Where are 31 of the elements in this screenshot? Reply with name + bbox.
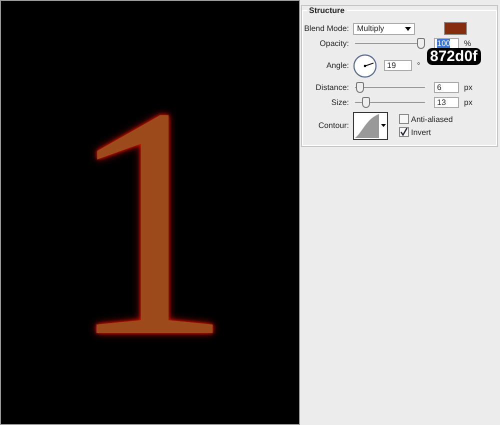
slider-thumb[interactable] <box>356 82 364 93</box>
angle-dial[interactable] <box>353 54 377 78</box>
number-field[interactable]: 100 <box>434 38 459 49</box>
field-label: Size: <box>330 98 349 107</box>
field-label: Distance: <box>314 83 349 92</box>
unit-label: px <box>464 98 472 107</box>
blend-mode-dropdown[interactable]: Multiply <box>353 22 415 34</box>
number-field[interactable]: 19 <box>384 60 412 71</box>
number-field[interactable]: 13 <box>434 97 459 108</box>
slider-thumb[interactable] <box>417 38 425 49</box>
checkbox[interactable] <box>399 127 409 137</box>
slider-thumb[interactable] <box>362 97 370 108</box>
checkbox-label: Anti-aliased <box>411 114 453 124</box>
checkbox[interactable] <box>399 114 409 124</box>
caret-icon <box>381 124 386 127</box>
field-label: Angle: <box>325 61 349 70</box>
curve-icon <box>354 112 380 138</box>
field-label: Blend Mode: <box>303 24 349 33</box>
contour-picker[interactable] <box>353 112 388 140</box>
number-field[interactable]: 6 <box>434 82 459 93</box>
unit-label: % <box>464 39 472 48</box>
group-title: Structure <box>308 6 346 15</box>
caret-icon <box>405 26 411 30</box>
unit-label: px <box>464 83 472 92</box>
field-label: Opacity: <box>318 39 349 48</box>
color-swatch[interactable] <box>444 22 467 35</box>
field-label: Contour: <box>317 121 349 130</box>
checkbox-label: Invert <box>411 128 432 136</box>
unit-label: ° <box>417 61 420 70</box>
color-code-annotation: 872d0f <box>427 48 481 65</box>
glowing-numeral: 1 <box>68 38 232 388</box>
